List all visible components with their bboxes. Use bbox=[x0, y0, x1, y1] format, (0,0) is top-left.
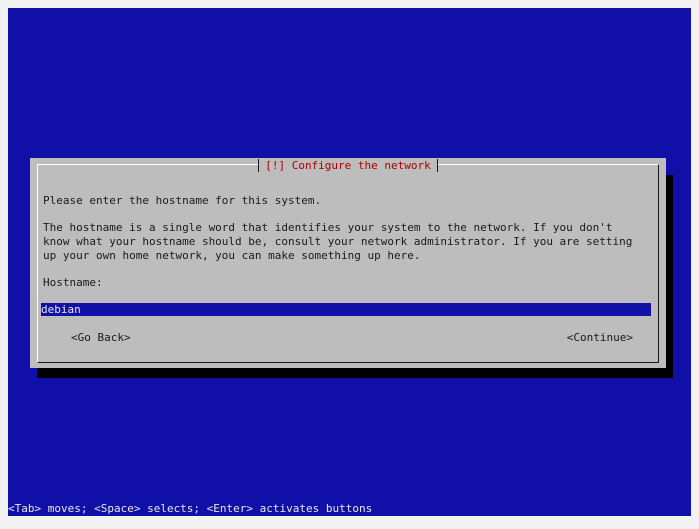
hostname-label: Hostname: bbox=[43, 276, 103, 289]
continue-button[interactable]: <Continue> bbox=[567, 331, 633, 345]
dialog-title: [!] Configure the network bbox=[258, 159, 438, 172]
hostname-value: debian bbox=[41, 303, 81, 316]
help-bar: <Tab> moves; <Space> selects; <Enter> ac… bbox=[8, 501, 691, 516]
dialog-title-bar: [!] Configure the network bbox=[30, 159, 666, 173]
go-back-button[interactable]: <Go Back> bbox=[71, 331, 131, 345]
installer-screen: [!] Configure the network Please enter t… bbox=[8, 8, 691, 516]
hostname-description: The hostname is a single word that ident… bbox=[43, 221, 633, 262]
configure-network-dialog: [!] Configure the network Please enter t… bbox=[30, 158, 666, 368]
hostname-prompt: Please enter the hostname for this syste… bbox=[43, 194, 322, 207]
text-cursor bbox=[81, 303, 88, 314]
hostname-input[interactable]: debian bbox=[41, 303, 651, 316]
